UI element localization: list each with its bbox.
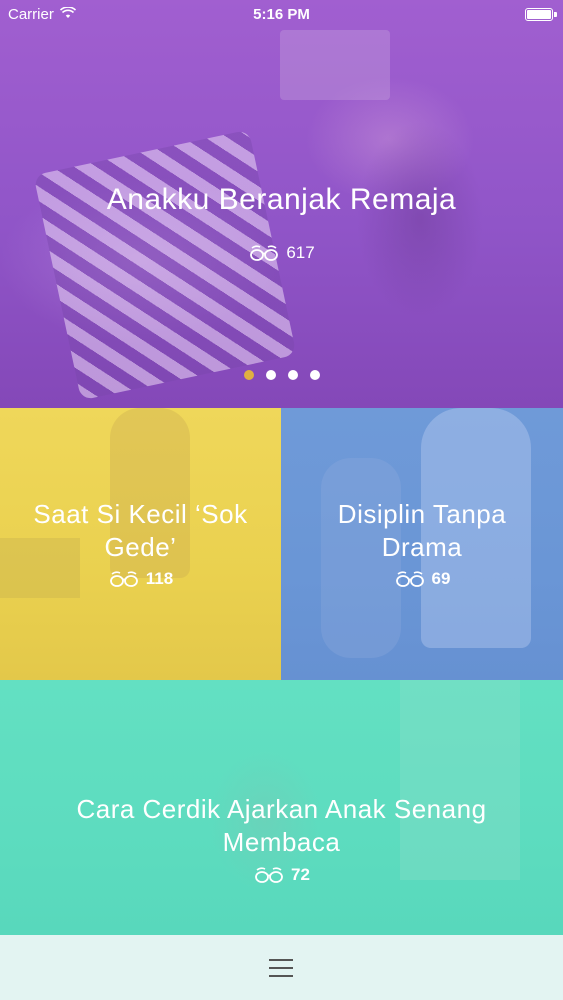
- battery-icon: [525, 8, 557, 21]
- hero-views-count: 617: [286, 243, 315, 262]
- article-card-cara-cerdik[interactable]: Cara Cerdik Ajarkan Anak Senang Membaca …: [0, 680, 563, 935]
- card-views-count: 69: [431, 569, 451, 588]
- article-card-disiplin[interactable]: Disiplin Tanpa Drama 69: [281, 408, 563, 680]
- card-views: 118: [0, 569, 281, 589]
- hero-photo-pillow: [33, 129, 297, 401]
- card-title: Saat Si Kecil ‘Sok Gede’: [33, 499, 248, 562]
- article-card-saat-si-kecil[interactable]: Saat Si Kecil ‘Sok Gede’ 118: [0, 408, 281, 680]
- glasses-icon: [394, 570, 426, 588]
- glasses-icon: [253, 866, 285, 884]
- card-title: Disiplin Tanpa Drama: [337, 499, 507, 562]
- featured-article-card[interactable]: Anakku Beranjak Remaja 617: [0, 0, 563, 408]
- card-views: 69: [281, 569, 563, 589]
- card-views-count: 72: [291, 865, 310, 884]
- card-views-count: 118: [145, 569, 174, 588]
- card-views: 72: [0, 865, 563, 885]
- hero-photo-people: [320, 70, 520, 370]
- page-dot-2[interactable]: [265, 370, 276, 380]
- glasses-icon: [248, 244, 280, 262]
- status-time: 5:16 PM: [253, 6, 310, 23]
- page-dot-3[interactable]: [287, 370, 298, 380]
- card-title: Cara Cerdik Ajarkan Anak Senang Membaca: [76, 794, 487, 857]
- hero-title: Anakku Beranjak Remaja: [106, 183, 457, 216]
- hamburger-menu-icon[interactable]: [267, 957, 295, 979]
- page-dot-4[interactable]: [309, 370, 320, 380]
- hero-views: 617: [0, 243, 563, 263]
- status-bar: Carrier 5:16 PM: [0, 0, 563, 30]
- bottom-toolbar: [0, 935, 563, 1000]
- page-dot-1[interactable]: [243, 370, 254, 380]
- page-indicator[interactable]: [0, 370, 563, 380]
- glasses-icon: [108, 570, 140, 588]
